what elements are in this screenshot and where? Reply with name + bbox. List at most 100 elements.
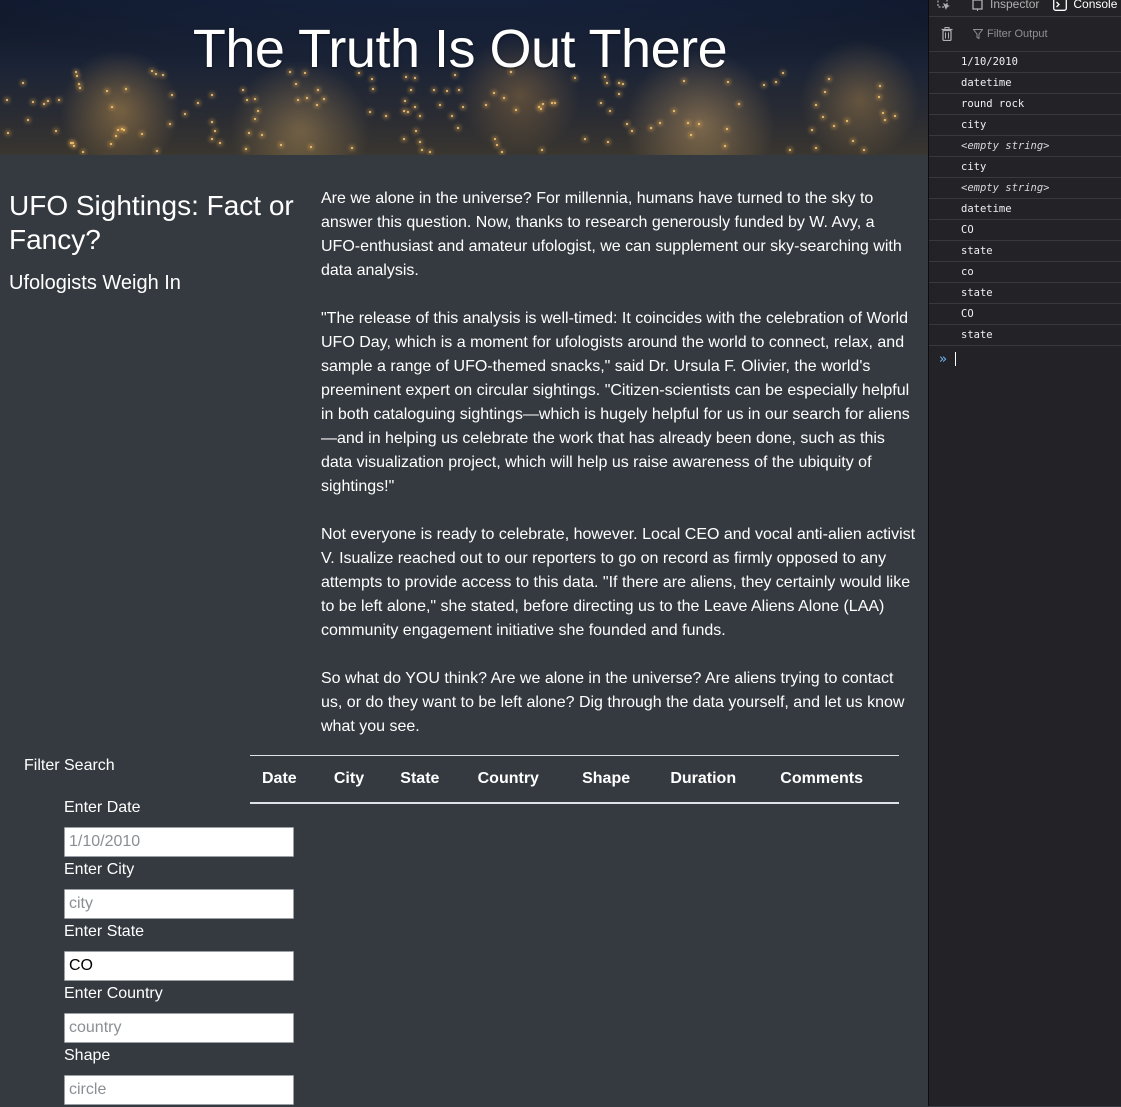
clear-console-button[interactable] bbox=[937, 27, 957, 41]
city-light-dot bbox=[242, 89, 244, 91]
city-light-dot bbox=[894, 115, 896, 117]
city-light-dot bbox=[451, 115, 453, 117]
city-light-dot bbox=[726, 128, 728, 130]
city-light-dot bbox=[169, 123, 171, 125]
city-light-dot bbox=[6, 99, 8, 101]
city-light-dot bbox=[724, 145, 726, 147]
devtools-panel: Inspector Console Filter Output 1/10/201… bbox=[928, 0, 1121, 1106]
city-light-dot bbox=[257, 110, 259, 112]
city-light-dot bbox=[254, 118, 256, 120]
city-light-dot bbox=[407, 111, 409, 113]
city-light-dot bbox=[156, 150, 158, 152]
city-light-dot bbox=[369, 111, 371, 113]
console-log-entry: co bbox=[929, 262, 1121, 283]
table-header: Date City State Country Shape Duration C… bbox=[250, 755, 899, 804]
city-light-dot bbox=[410, 89, 412, 91]
city-light-dot bbox=[878, 96, 880, 98]
city-filter-input[interactable] bbox=[64, 889, 294, 919]
date-filter-input[interactable] bbox=[64, 827, 294, 857]
city-light-dot bbox=[824, 91, 826, 93]
city-light-dot bbox=[43, 103, 45, 105]
hero-banner: The Truth Is Out There bbox=[0, 0, 928, 155]
city-light-dot bbox=[439, 104, 441, 106]
city-light-dot bbox=[295, 83, 297, 85]
console-log-entry: state bbox=[929, 241, 1121, 262]
city-light-dot bbox=[493, 92, 495, 94]
city-light-dot bbox=[683, 80, 685, 82]
city-light-dot bbox=[542, 103, 544, 105]
city-light-dot bbox=[419, 141, 421, 143]
city-light-dot bbox=[863, 149, 865, 151]
country-filter-input[interactable] bbox=[64, 1013, 294, 1043]
city-light-dot bbox=[622, 83, 624, 85]
city-light-dot bbox=[317, 89, 319, 91]
city-light-dot bbox=[58, 99, 60, 101]
city-light-dot bbox=[415, 130, 417, 132]
city-light-dot bbox=[306, 97, 308, 99]
tab-console-label: Console bbox=[1073, 0, 1118, 11]
city-light-dot bbox=[55, 130, 57, 132]
inspector-icon bbox=[972, 0, 983, 11]
city-light-dot bbox=[852, 140, 854, 142]
city-light-dot bbox=[690, 134, 692, 136]
console-log-entry: 1/10/2010 bbox=[929, 52, 1121, 73]
element-picker-button[interactable] bbox=[937, 0, 957, 11]
devtools-tab-bar: Inspector Console bbox=[929, 0, 1121, 17]
city-light-dot bbox=[551, 102, 553, 104]
console-filter-placeholder: Filter Output bbox=[987, 28, 1048, 40]
filter-icon bbox=[973, 29, 983, 39]
city-light-dot bbox=[429, 151, 431, 153]
city-light-dot bbox=[600, 102, 602, 104]
article-heading-block: UFO Sightings: Fact or Fancy? Ufologists… bbox=[9, 189, 299, 295]
city-light-dot bbox=[607, 141, 609, 143]
table-header-row: Date City State Country Shape Duration C… bbox=[250, 755, 899, 804]
city-light-dot bbox=[7, 132, 9, 134]
city-light-dot bbox=[609, 110, 611, 112]
console-log-entry: <empty string> bbox=[929, 178, 1121, 199]
city-light-dot bbox=[211, 138, 213, 140]
state-filter-label: Enter State bbox=[64, 923, 145, 940]
city-light-dot bbox=[141, 133, 143, 135]
city-light-dot bbox=[22, 82, 24, 84]
city-light-dot bbox=[626, 123, 628, 125]
console-log-entry: datetime bbox=[929, 73, 1121, 94]
city-light-dot bbox=[261, 134, 263, 136]
city-light-dot bbox=[738, 103, 740, 105]
console-filter-input[interactable]: Filter Output bbox=[973, 28, 1048, 40]
city-light-dot bbox=[254, 98, 256, 100]
city-light-dot bbox=[125, 88, 127, 90]
city-light-dot bbox=[419, 115, 421, 117]
article-subheading: Ufologists Weigh In bbox=[9, 272, 181, 294]
console-log-entry: CO bbox=[929, 220, 1121, 241]
city-light-dot bbox=[496, 144, 498, 146]
city-light-dot bbox=[111, 106, 113, 108]
article-paragraph: So what do YOU think? Are we alone in th… bbox=[321, 670, 905, 735]
city-light-dot bbox=[727, 81, 729, 83]
city-light-dot bbox=[494, 138, 496, 140]
city-light-dot bbox=[815, 104, 817, 106]
shape-filter-label: Shape bbox=[64, 1047, 111, 1064]
city-light-dot bbox=[32, 101, 34, 103]
console-input[interactable]: » bbox=[929, 346, 1121, 372]
city-light-dot bbox=[618, 82, 620, 84]
city-light-dot bbox=[219, 142, 221, 144]
city-light-dot bbox=[457, 127, 459, 129]
tab-inspector[interactable]: Inspector bbox=[971, 0, 1039, 11]
city-light-dot bbox=[433, 89, 435, 91]
column-header-date: Date bbox=[250, 755, 322, 804]
city-light-dot bbox=[403, 110, 405, 112]
city-light-dot bbox=[280, 144, 282, 146]
city-light-dot bbox=[554, 102, 556, 104]
console-toolbar: Filter Output bbox=[929, 17, 1121, 52]
city-light-dot bbox=[822, 116, 824, 118]
shape-filter-input[interactable] bbox=[64, 1075, 294, 1105]
cursor-pick-icon bbox=[937, 0, 950, 10]
city-light-dot bbox=[385, 115, 387, 117]
city-light-dot bbox=[248, 132, 250, 134]
city-light-dot bbox=[351, 147, 353, 149]
city-light-dot bbox=[446, 90, 448, 92]
tab-console[interactable]: Console bbox=[1053, 0, 1117, 11]
console-log-entry: city bbox=[929, 115, 1121, 136]
city-light-dot bbox=[70, 142, 72, 144]
state-filter-input[interactable] bbox=[64, 951, 294, 981]
